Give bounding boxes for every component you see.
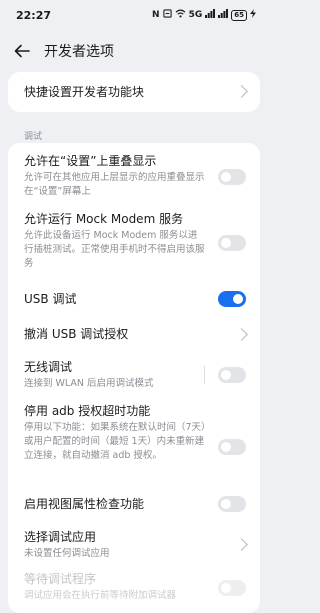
row-title: 撤消 USB 调试授权 <box>24 327 129 341</box>
charging-icon <box>250 9 256 21</box>
back-arrow-icon[interactable] <box>14 42 32 60</box>
toggle-knob <box>221 370 231 380</box>
usb-debugging-row[interactable]: USB 调试 <box>24 291 246 307</box>
quick-tiles-row[interactable]: 快捷设置开发者功能块 <box>24 84 246 100</box>
row-title: 启用视图属性检查功能 <box>24 497 145 511</box>
row-title: 停用 adb 授权超时功能 <box>24 404 151 418</box>
signal-icon-2 <box>218 9 229 21</box>
adb-timeout-toggle[interactable] <box>218 439 246 455</box>
mock-modem-toggle[interactable] <box>218 235 246 251</box>
usb-debugging-toggle[interactable] <box>218 291 246 307</box>
overlay-settings-row[interactable]: 允许在“设置”上重叠显示 允许可在其他应用上层显示的应用重叠显示在“设置”屏幕上 <box>24 153 206 199</box>
quick-tiles-label: 快捷设置开发者功能块 <box>24 85 145 99</box>
row-description: 调试应用会在执行前等待附加调试器 <box>24 590 177 601</box>
row-title: 无线调试 <box>24 360 73 374</box>
toggle-knob <box>221 499 231 509</box>
signal-icon <box>205 9 216 21</box>
wireless-debugging-toggle[interactable] <box>218 367 246 383</box>
select-debug-app-row[interactable]: 选择调试应用 未设置任何调试应用 <box>24 529 246 561</box>
mock-modem-row[interactable]: 允许运行 Mock Modem 服务 允许此设备运行 Mock Modem 服务… <box>24 211 206 271</box>
toggle-knob <box>221 583 231 593</box>
status-bar: 22:27 N 5G 65 <box>0 0 268 30</box>
row-title: 允许在“设置”上重叠显示 <box>24 154 157 168</box>
wifi-icon <box>175 9 186 21</box>
section-label-debug: 调试 <box>24 132 43 142</box>
row-title: 等待调试程序 <box>24 572 97 586</box>
row-title: 选择调试应用 <box>24 530 97 544</box>
divider <box>204 366 205 384</box>
app-header: 开发者选项 <box>0 30 268 72</box>
status-icons: N 5G 65 <box>152 9 256 21</box>
row-description: 允许此设备运行 Mock Modem 服务以进行插桩测试。正常使用手机时不得启用… <box>24 230 205 269</box>
nfc-icon: N <box>152 10 160 20</box>
view-attribute-inspection-row[interactable]: 启用视图属性检查功能 <box>24 496 246 512</box>
overlay-settings-toggle[interactable] <box>218 169 246 185</box>
quick-tiles-card: 快捷设置开发者功能块 <box>8 72 260 112</box>
dnd-icon <box>162 9 172 21</box>
revoke-usb-auth-row[interactable]: 撤消 USB 调试授权 <box>24 326 246 342</box>
row-title: 允许运行 Mock Modem 服务 <box>24 212 184 226</box>
page-title: 开发者选项 <box>44 44 114 60</box>
wireless-debugging-row[interactable]: 无线调试 连接到 WLAN 后启用调试模式 <box>24 359 194 391</box>
row-description: 停用以下功能：如果系统在默认时间（7天）或用户配置的时间（最短 1天）内未重新建… <box>24 422 206 461</box>
wait-for-debugger-row[interactable]: 等待调试程序 调试应用会在执行前等待附加调试器 <box>24 571 206 603</box>
wait-for-debugger-toggle[interactable] <box>218 580 246 596</box>
view-attribute-inspection-toggle[interactable] <box>218 496 246 512</box>
battery-level: 65 <box>234 10 244 19</box>
toggle-knob <box>221 172 231 182</box>
toggle-knob <box>221 238 231 248</box>
row-description: 连接到 WLAN 后启用调试模式 <box>24 378 154 389</box>
battery-icon: 65 <box>231 9 247 21</box>
row-description: 允许可在其他应用上层显示的应用重叠显示在“设置”屏幕上 <box>24 172 205 197</box>
network-type-label: 5G <box>188 10 203 20</box>
status-time: 22:27 <box>16 8 52 22</box>
adb-timeout-row[interactable]: 停用 adb 授权超时功能 停用以下功能：如果系统在默认时间（7天）或用户配置的… <box>24 403 206 463</box>
toggle-knob <box>233 294 243 304</box>
row-title: USB 调试 <box>24 292 77 306</box>
debug-settings-card: 允许在“设置”上重叠显示 允许可在其他应用上层显示的应用重叠显示在“设置”屏幕上… <box>8 143 260 613</box>
toggle-knob <box>221 442 231 452</box>
row-description: 未设置任何调试应用 <box>24 548 110 559</box>
